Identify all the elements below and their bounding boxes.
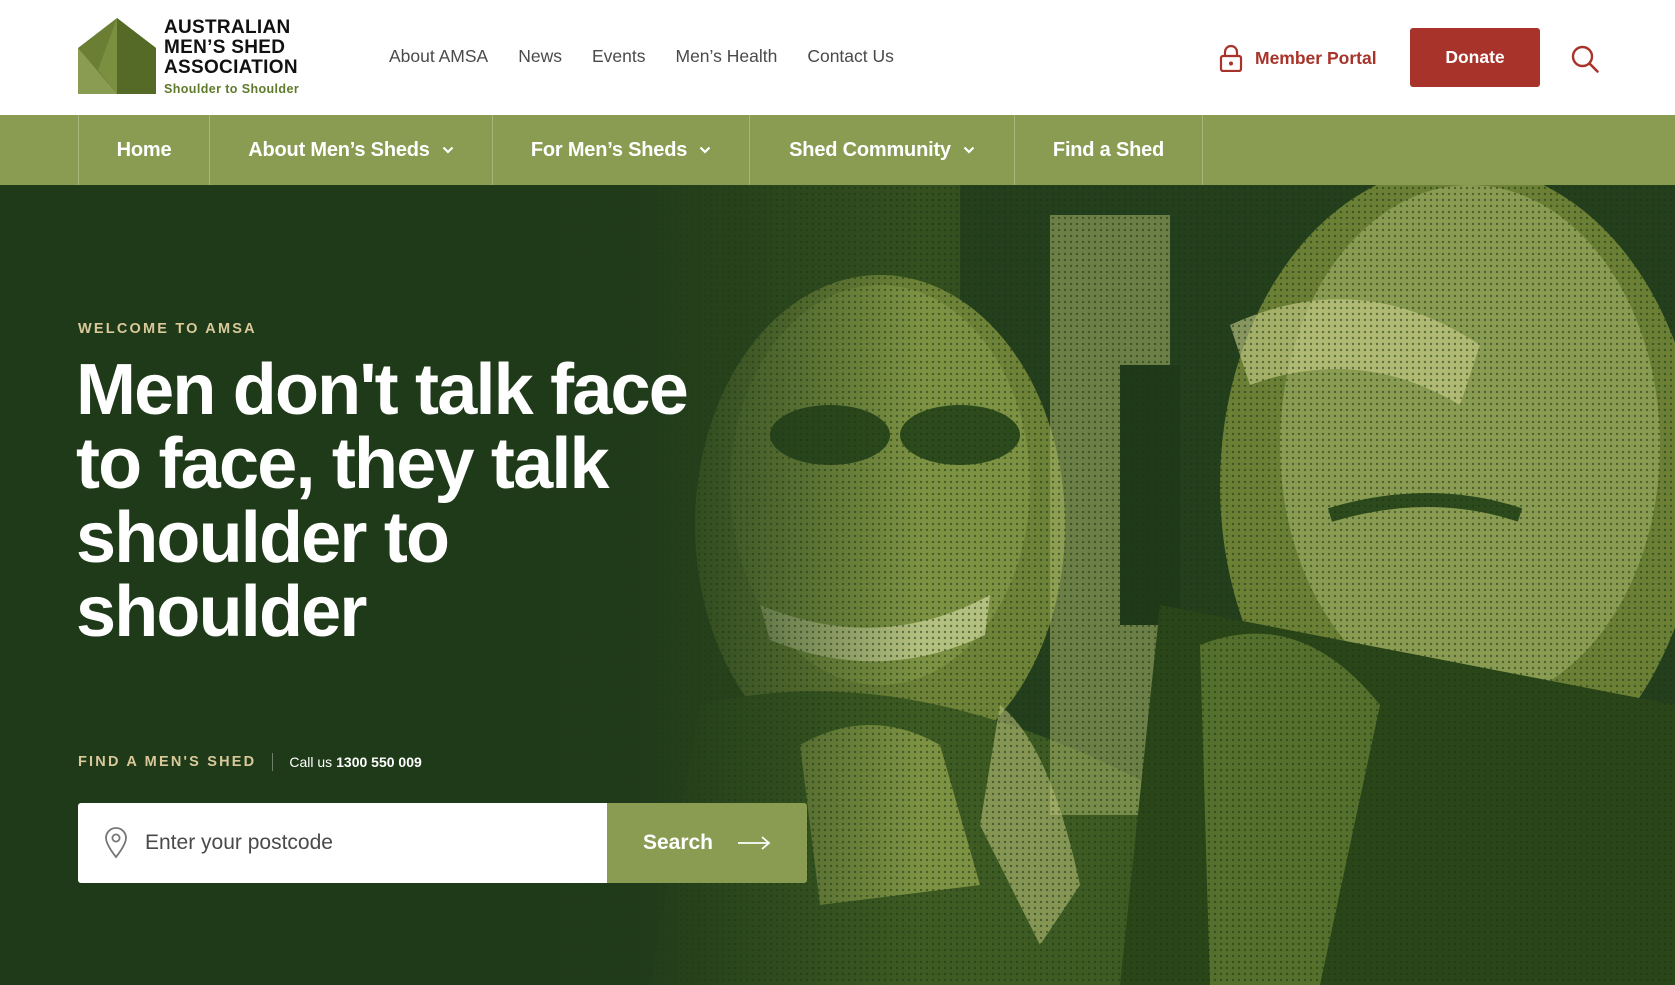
- nav-item-label: About Men’s Sheds: [248, 138, 430, 161]
- hero-eyebrow: WELCOME TO AMSA: [78, 321, 257, 337]
- logo-tagline: Shoulder to Shoulder: [164, 82, 300, 96]
- nav-item-home[interactable]: Home: [79, 115, 210, 185]
- nav-item-label: Shed Community: [789, 138, 951, 161]
- divider: [272, 753, 274, 771]
- nav-item-label: For Men’s Sheds: [530, 138, 688, 161]
- postcode-input[interactable]: [145, 823, 585, 863]
- utility-link-about-amsa[interactable]: About AMSA: [389, 46, 488, 67]
- hero-section: WELCOME TO AMSA Men don't talk face to f…: [0, 185, 1675, 985]
- nav-item-about-mens-sheds[interactable]: About Men’s Sheds: [210, 115, 493, 185]
- phone-number-link[interactable]: 1300 550 009: [336, 754, 422, 770]
- logo-wordmark: AUSTRALIAN MEN’S SHED ASSOCIATION Should…: [164, 17, 300, 97]
- chevron-down-icon: [963, 146, 975, 154]
- utility-link-contact-us[interactable]: Contact Us: [807, 46, 894, 67]
- utility-link-news[interactable]: News: [518, 46, 562, 67]
- search-button[interactable]: Search: [607, 803, 807, 883]
- nav-item-shed-community[interactable]: Shed Community: [750, 115, 1015, 185]
- utility-link-events[interactable]: Events: [592, 46, 646, 67]
- find-shed-label: FIND A MEN'S SHED: [78, 754, 257, 770]
- logo-line: MEN’S SHED: [164, 37, 286, 58]
- main-nav-items: Home About Men’s Sheds For Men’s Sheds S…: [78, 115, 1203, 185]
- utility-nav: About AMSA News Events Men’s Health Cont…: [389, 46, 924, 67]
- chevron-down-icon: [442, 146, 453, 154]
- search-button-label: Search: [642, 831, 714, 854]
- postcode-field: [78, 803, 607, 883]
- search-icon[interactable]: [1570, 44, 1600, 74]
- main-nav: Home About Men’s Sheds For Men’s Sheds S…: [0, 115, 1675, 185]
- member-portal-label: Member Portal: [1255, 47, 1377, 68]
- postcode-search-form: Search: [78, 803, 807, 883]
- shed-logo-icon: [78, 18, 156, 94]
- nav-item-label: Home: [116, 138, 172, 161]
- lock-icon: [1219, 44, 1243, 72]
- nav-item-find-a-shed[interactable]: Find a Shed: [1015, 115, 1203, 185]
- nav-item-label: Find a Shed: [1052, 138, 1165, 161]
- member-portal-link[interactable]: Member Portal: [1219, 44, 1377, 72]
- site-header: AUSTRALIAN MEN’S SHED ASSOCIATION Should…: [0, 0, 1675, 115]
- arrow-right-icon: [738, 836, 771, 850]
- call-us-label: Call us: [289, 754, 333, 770]
- logo-line: ASSOCIATION: [164, 57, 298, 78]
- hero-headline: Men don't talk face to face, they talk s…: [76, 350, 689, 652]
- location-pin-icon: [105, 827, 127, 859]
- find-shed-row: FIND A MEN'S SHED Call us 1300 550 009: [78, 753, 422, 771]
- logo-line: AUSTRALIAN: [164, 17, 291, 38]
- site-logo[interactable]: AUSTRALIAN MEN’S SHED ASSOCIATION Should…: [78, 18, 299, 96]
- chevron-down-icon: [699, 146, 711, 154]
- nav-item-for-mens-sheds[interactable]: For Men’s Sheds: [493, 115, 750, 185]
- utility-link-mens-health[interactable]: Men’s Health: [676, 46, 778, 67]
- donate-button[interactable]: Donate: [1410, 28, 1540, 87]
